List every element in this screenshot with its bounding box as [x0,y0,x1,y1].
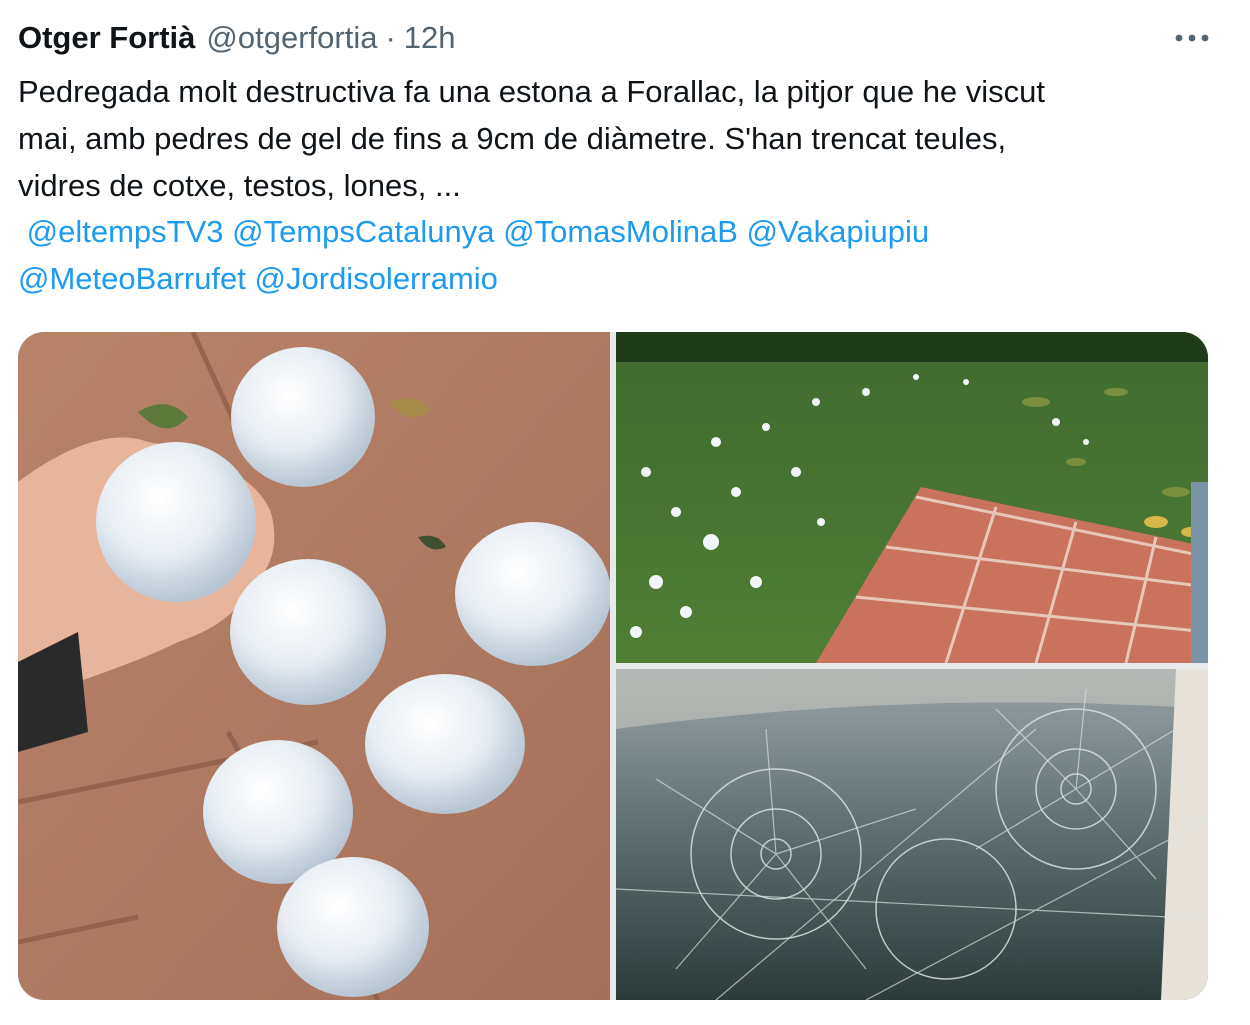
mention-link[interactable]: @MeteoBarrufet [18,261,246,296]
mentions-line: @eltempsTV3 @TempsCatalunya @TomasMolina… [18,208,1218,255]
tweet-card: Otger Fortià @otgerfortia · 12h Pedregad… [0,0,1250,1025]
photo-lawn-hail[interactable] [616,332,1208,663]
more-horizontal-icon [1175,34,1209,42]
tweet-text: Pedregada molt destructiva fa una estona… [18,68,1218,209]
mention-link[interactable]: @Vakapiupiu [747,214,930,249]
photo-hailstones[interactable] [18,332,610,1000]
tweet-text-line: Pedregada molt destructiva fa una estona… [18,74,1046,109]
mention-link[interactable]: @TempsCatalunya [232,214,494,249]
more-options-button[interactable] [1172,24,1212,52]
mention-link[interactable]: @Jordisolerramio [255,261,498,296]
author-display-name[interactable]: Otger Fortià [18,20,195,56]
tweet-timestamp[interactable]: 12h [404,20,456,56]
tweet-header: Otger Fortià @otgerfortia · 12h [18,16,456,60]
mentions-line: @MeteoBarrufet @Jordisolerramio [18,255,1218,302]
mention-link[interactable]: @TomasMolinaB [503,214,738,249]
author-handle[interactable]: @otgerfortia [206,20,377,56]
tweet-mentions: @eltempsTV3 @TempsCatalunya @TomasMolina… [18,208,1218,302]
media-grid [18,332,1208,1000]
tweet-text-line: mai, amb pedres de gel de fins a 9cm de … [18,121,1007,156]
tweet-text-line: vidres de cotxe, testos, lones, ... [18,168,461,203]
mention-link[interactable]: @eltempsTV3 [27,214,224,249]
header-separator: · [385,20,396,55]
photo-broken-windshield[interactable] [616,669,1208,1000]
